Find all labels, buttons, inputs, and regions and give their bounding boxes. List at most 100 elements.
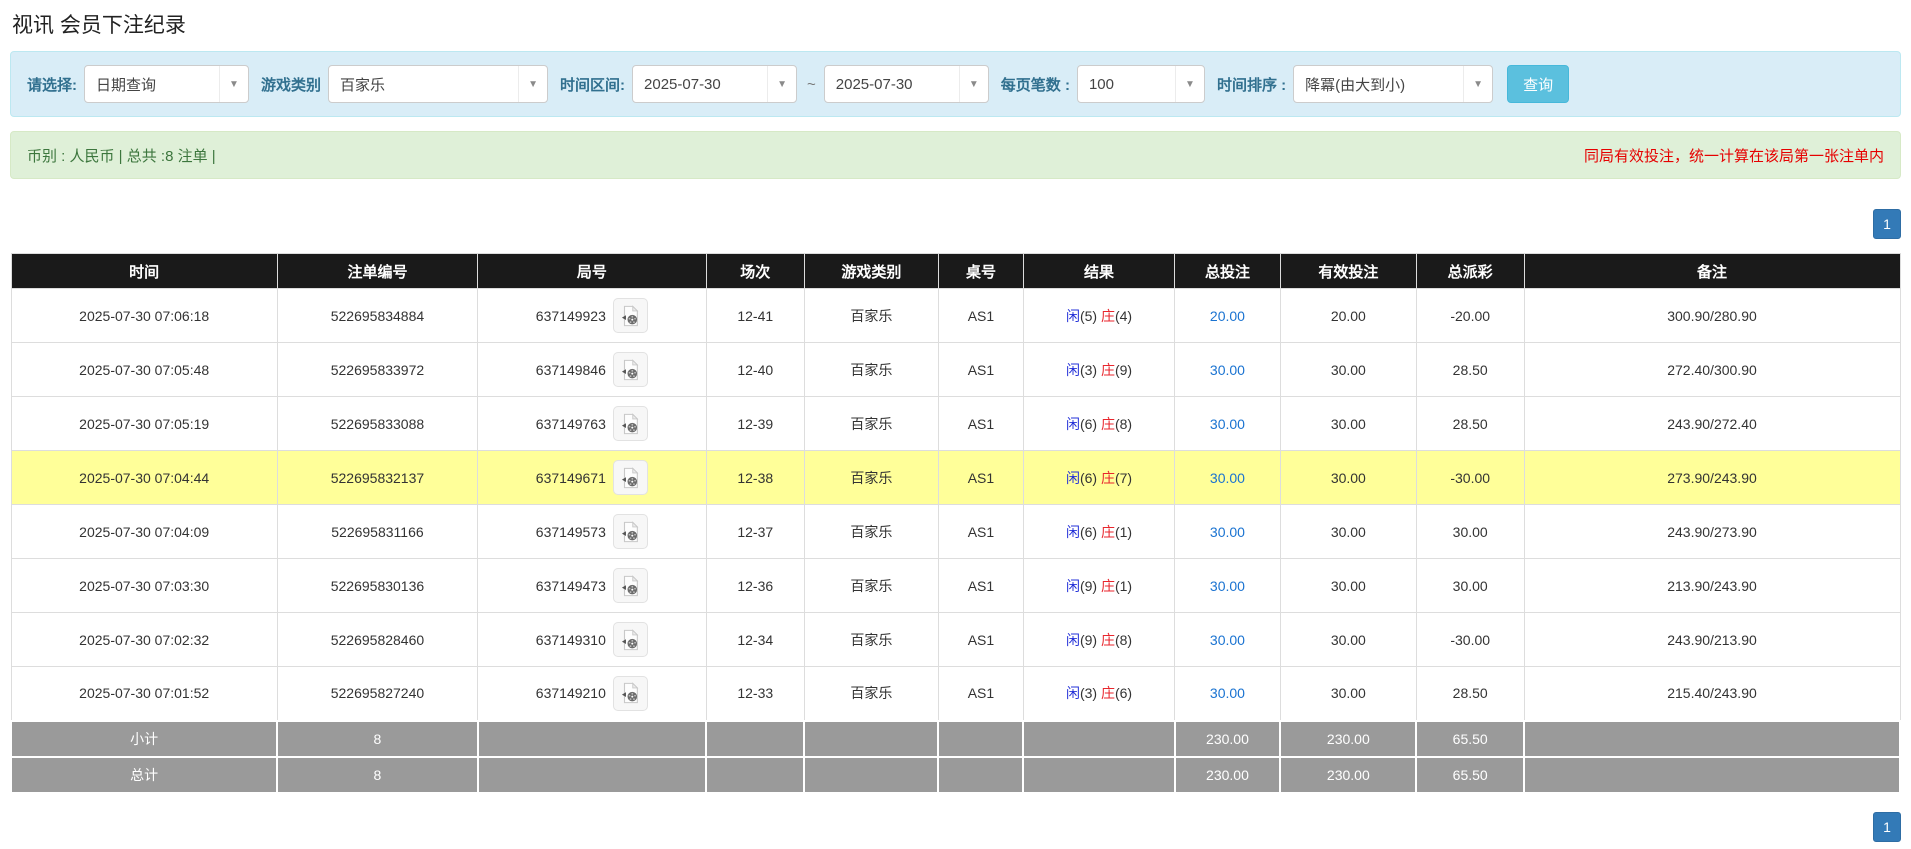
date-to-select[interactable]: 2025-07-30 ▼ [824, 65, 989, 103]
page-button-1[interactable]: 1 [1873, 812, 1901, 842]
footer-empty-cell [706, 757, 804, 793]
game-type-cell: 百家乐 [804, 505, 938, 559]
round-cell: 637149310 [478, 613, 707, 667]
video-replay-button[interactable] [613, 622, 648, 657]
total-bet-cell: 30.00 [1175, 559, 1281, 613]
filter-panel: 请选择: 日期查询 ▼ 游戏类别 百家乐 ▼ 时间区间: 2025-07-30 … [10, 51, 1901, 117]
subtotal-row: 小计8230.00230.0065.50 [11, 721, 1900, 757]
round-cell: 637149573 [478, 505, 707, 559]
round-cell-content: 637149923 [536, 298, 648, 333]
table-row: 2025-07-30 07:06:18522695834884637149923… [11, 289, 1900, 343]
payout-cell: -30.00 [1416, 613, 1524, 667]
video-file-icon [619, 359, 641, 381]
chevron-down-icon[interactable]: ▼ [1175, 66, 1204, 102]
date-from-value: 2025-07-30 [633, 76, 767, 93]
session-cell: 12-40 [706, 343, 804, 397]
sort-order-label: 时间排序 : [1217, 74, 1286, 95]
video-replay-button[interactable] [613, 352, 648, 387]
search-button[interactable]: 查询 [1507, 65, 1569, 103]
chevron-down-icon[interactable]: ▼ [518, 66, 547, 102]
video-replay-button[interactable] [613, 406, 648, 441]
game-type-cell: 百家乐 [804, 613, 938, 667]
total-bet-link[interactable]: 30.00 [1210, 578, 1245, 594]
game-type-cell: 百家乐 [804, 289, 938, 343]
page-size-select[interactable]: 100 ▼ [1077, 65, 1205, 103]
column-header-5: 桌号 [938, 254, 1023, 289]
page-button-1[interactable]: 1 [1873, 209, 1901, 239]
total-bet-link[interactable]: 30.00 [1210, 524, 1245, 540]
time-cell: 2025-07-30 07:04:44 [11, 451, 277, 505]
result-cell: 闲(3) 庄(6) [1023, 667, 1174, 721]
table-row: 2025-07-30 07:04:44522695832137 637149671… [11, 451, 1900, 505]
remark-cell: 300.90/280.90 [1524, 289, 1900, 343]
round-number: 637149763 [536, 416, 606, 432]
result-cell: 闲(5) 庄(4) [1023, 289, 1174, 343]
total-bet-link[interactable]: 30.00 [1210, 470, 1245, 486]
footer-remark-cell [1524, 757, 1900, 793]
total-bet-link[interactable]: 30.00 [1210, 416, 1245, 432]
date-to-value: 2025-07-30 [825, 76, 959, 93]
bet-id-cell: 522695833972 [277, 343, 477, 397]
column-header-1: 注单编号 [277, 254, 477, 289]
query-type-select[interactable]: 日期查询 ▼ [84, 65, 249, 103]
video-replay-button[interactable] [613, 676, 648, 711]
video-replay-button[interactable] [613, 460, 648, 495]
footer-count-cell: 8 [277, 757, 477, 793]
footer-total-bet-cell: 230.00 [1175, 721, 1281, 757]
pagination-bottom: 1 [10, 812, 1901, 842]
chevron-down-icon[interactable]: ▼ [1463, 66, 1492, 102]
payout-cell: -30.00 [1416, 451, 1524, 505]
remark-cell: 243.90/273.90 [1524, 505, 1900, 559]
video-replay-button[interactable] [613, 298, 648, 333]
chevron-down-icon[interactable]: ▼ [959, 66, 988, 102]
valid-bet-cell: 20.00 [1280, 289, 1416, 343]
video-replay-button[interactable] [613, 514, 648, 549]
total-bet-link[interactable]: 30.00 [1210, 685, 1245, 701]
total-bet-link[interactable]: 30.00 [1210, 362, 1245, 378]
column-header-9: 总派彩 [1416, 254, 1524, 289]
column-header-7: 总投注 [1175, 254, 1281, 289]
round-cell-content: 637149573 [536, 514, 648, 549]
remark-cell: 215.40/243.90 [1524, 667, 1900, 721]
result-cell: 闲(6) 庄(7) [1023, 451, 1174, 505]
table-number-cell: AS1 [938, 451, 1023, 505]
sort-order-select[interactable]: 降冪(由大到小) ▼ [1293, 65, 1493, 103]
game-type-value: 百家乐 [329, 74, 518, 95]
page-size-label: 每页笔数 : [1001, 74, 1070, 95]
valid-bet-cell: 30.00 [1280, 397, 1416, 451]
valid-bet-cell: 30.00 [1280, 613, 1416, 667]
date-from-select[interactable]: 2025-07-30 ▼ [632, 65, 797, 103]
chevron-down-icon[interactable]: ▼ [767, 66, 796, 102]
column-header-8: 有效投注 [1280, 254, 1416, 289]
table-number-cell: AS1 [938, 397, 1023, 451]
result-cell: 闲(6) 庄(8) [1023, 397, 1174, 451]
banker-result: 庄 [1101, 470, 1115, 486]
session-cell: 12-39 [706, 397, 804, 451]
total-bet-cell: 20.00 [1175, 289, 1281, 343]
table-row: 2025-07-30 07:03:30522695830136637149473… [11, 559, 1900, 613]
round-number: 637149671 [536, 470, 606, 486]
pagination-top: 1 [10, 209, 1901, 239]
chevron-down-icon[interactable]: ▼ [219, 66, 248, 102]
total-bet-link[interactable]: 30.00 [1210, 632, 1245, 648]
player-result: 闲 [1066, 308, 1080, 324]
round-cell: 637149846 [478, 343, 707, 397]
footer-empty-cell [938, 721, 1023, 757]
valid-bet-cell: 30.00 [1280, 559, 1416, 613]
result-cell: 闲(9) 庄(8) [1023, 613, 1174, 667]
summary-bar: 币别 : 人民币 | 总共 :8 注单 | 同局有效投注，统一计算在该局第一张注… [10, 131, 1901, 179]
video-replay-button[interactable] [613, 568, 648, 603]
payout-cell: -20.00 [1416, 289, 1524, 343]
round-cell: 637149923 [478, 289, 707, 343]
game-type-select[interactable]: 百家乐 ▼ [328, 65, 548, 103]
table-row: 2025-07-30 07:04:09522695831166637149573… [11, 505, 1900, 559]
total-bet-link[interactable]: 20.00 [1210, 308, 1245, 324]
banker-result: 庄 [1101, 362, 1115, 378]
bet-id-cell: 522695832137 [277, 451, 477, 505]
table-header-row: 时间注单编号局号场次游戏类别桌号结果总投注有效投注总派彩备注 [11, 254, 1900, 289]
total-bet-cell: 30.00 [1175, 505, 1281, 559]
remark-cell: 272.40/300.90 [1524, 343, 1900, 397]
banker-result: 庄 [1101, 308, 1115, 324]
round-number: 637149573 [536, 524, 606, 540]
column-header-6: 结果 [1023, 254, 1174, 289]
